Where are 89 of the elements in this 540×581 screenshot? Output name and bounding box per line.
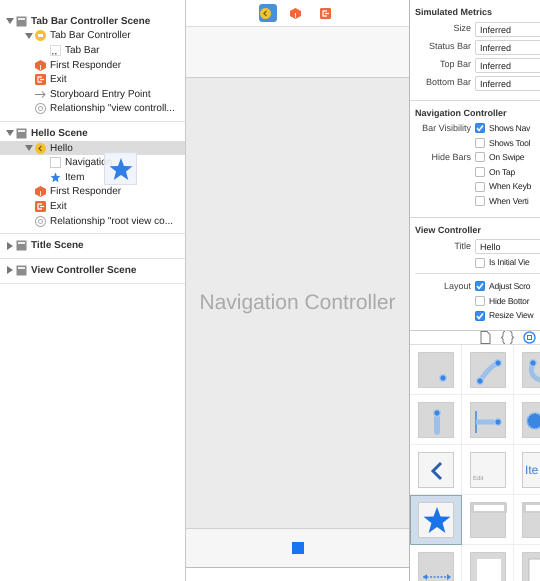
flexible-space-icon xyxy=(418,552,454,581)
checkbox[interactable] xyxy=(475,196,485,206)
title-field[interactable]: Hello xyxy=(475,239,540,254)
checkbox[interactable] xyxy=(475,167,485,178)
relationship-icon xyxy=(35,103,46,114)
file-icon[interactable] xyxy=(479,331,492,344)
checkbox[interactable] xyxy=(475,152,485,162)
back-controller-icon xyxy=(35,142,46,154)
scene-icon xyxy=(16,16,27,27)
checkbox[interactable] xyxy=(475,123,485,134)
popup-button[interactable]: Inferred xyxy=(475,76,540,90)
popup-button[interactable]: Inferred xyxy=(475,22,540,36)
library-object[interactable] xyxy=(410,495,462,545)
disclosure-triangle-icon[interactable] xyxy=(25,144,33,152)
section-header: View Controller xyxy=(415,224,482,237)
scene-row[interactable]: Tab Bar Controller Scene xyxy=(0,14,185,29)
chevron-icon xyxy=(418,452,454,488)
object-icon[interactable] xyxy=(523,331,536,344)
checkbox[interactable] xyxy=(475,258,485,268)
cube-icon xyxy=(35,60,46,71)
disclosure-triangle-icon[interactable] xyxy=(25,32,33,40)
field-label: Hide Bars xyxy=(431,152,471,162)
outline-item[interactable]: Tab Bar xyxy=(0,43,185,58)
checkbox-label: When Keyb xyxy=(489,180,532,194)
outline-item[interactable]: First Responder xyxy=(0,58,185,72)
outline-item[interactable]: Hello xyxy=(0,140,185,156)
relationship-icon xyxy=(35,216,46,227)
checkbox[interactable] xyxy=(475,182,485,192)
checkbox-label: Resize View xyxy=(489,309,534,322)
checkbox-label: Adjust Scro xyxy=(489,280,530,293)
item-label: Ite xyxy=(525,462,538,478)
controller-icon xyxy=(35,30,46,42)
outline-item[interactable]: Storyboard Entry Point xyxy=(0,86,185,102)
checkbox-label: Is Initial Vie xyxy=(489,256,530,270)
field-label: Status Bar xyxy=(428,41,471,52)
scene-dock-button[interactable] xyxy=(258,4,276,22)
exit-icon xyxy=(35,74,46,86)
search-bar-icon xyxy=(470,502,506,538)
section-header: Simulated Metrics xyxy=(415,6,494,19)
outline-item[interactable]: Relationship "root view co... xyxy=(0,214,185,228)
outline-item[interactable]: Relationship "view controll... xyxy=(0,102,185,116)
scene-row[interactable]: Hello Scene xyxy=(0,126,185,141)
outline-item[interactable]: Tab Bar Controller xyxy=(0,28,185,44)
field-label: Title xyxy=(454,240,471,251)
checkbox-label: When Verti xyxy=(489,194,529,208)
star-icon xyxy=(50,172,61,183)
scene-icon xyxy=(16,128,27,139)
checkbox[interactable] xyxy=(475,138,485,148)
navigation-bar-icon xyxy=(50,157,61,168)
placeholder-title: Navigation Controller xyxy=(199,290,396,316)
exit-icon xyxy=(35,200,46,212)
field-label: Size xyxy=(453,23,471,34)
checkbox[interactable] xyxy=(475,281,485,292)
outline-item[interactable]: First Responder xyxy=(0,184,185,200)
outline-item[interactable]: Exit xyxy=(0,72,185,87)
view-icon xyxy=(470,552,506,581)
checkbox-label: On Swipe xyxy=(489,151,524,164)
disclosure-triangle-icon[interactable] xyxy=(6,242,14,250)
scene-icon xyxy=(16,240,27,252)
section-header: Navigation Controller xyxy=(415,107,508,120)
checkbox-label: On Tap xyxy=(489,166,516,178)
outline-item[interactable]: Exit xyxy=(0,199,185,214)
scene-row[interactable]: Title Scene xyxy=(0,238,185,253)
outline-item[interactable]: Item xyxy=(0,170,185,185)
square-icon xyxy=(292,542,304,554)
popup-button[interactable]: Inferred xyxy=(475,40,540,54)
field-label: Layout xyxy=(444,280,471,291)
arrow-icon xyxy=(35,88,46,100)
disclosure-triangle-icon[interactable] xyxy=(6,266,14,274)
checkbox-label: Shows Tool xyxy=(489,136,530,150)
checkbox-label: Shows Nav xyxy=(489,122,530,135)
swipe-gesture-icon xyxy=(418,402,454,438)
popup-button[interactable]: Inferred xyxy=(475,58,540,72)
scene-icon xyxy=(16,264,27,276)
pan-gesture-icon xyxy=(470,402,506,438)
tap-gesture-icon xyxy=(418,352,454,388)
disclosure-triangle-icon[interactable] xyxy=(6,129,14,138)
field-label: Top Bar xyxy=(440,59,471,70)
cube-icon xyxy=(35,186,46,198)
field-label: Bottom Bar xyxy=(426,77,471,88)
checkbox-label: Hide Bottor xyxy=(489,294,530,308)
braces-icon[interactable] xyxy=(501,331,514,344)
field-label: Bar Visibility xyxy=(422,122,471,133)
pinch-gesture-icon xyxy=(470,352,506,388)
checkbox[interactable] xyxy=(475,310,485,321)
tab-bar-icon xyxy=(50,44,61,56)
scene-row[interactable]: View Controller Scene xyxy=(0,262,185,278)
checkbox[interactable] xyxy=(475,296,485,306)
disclosure-triangle-icon[interactable] xyxy=(6,17,14,26)
